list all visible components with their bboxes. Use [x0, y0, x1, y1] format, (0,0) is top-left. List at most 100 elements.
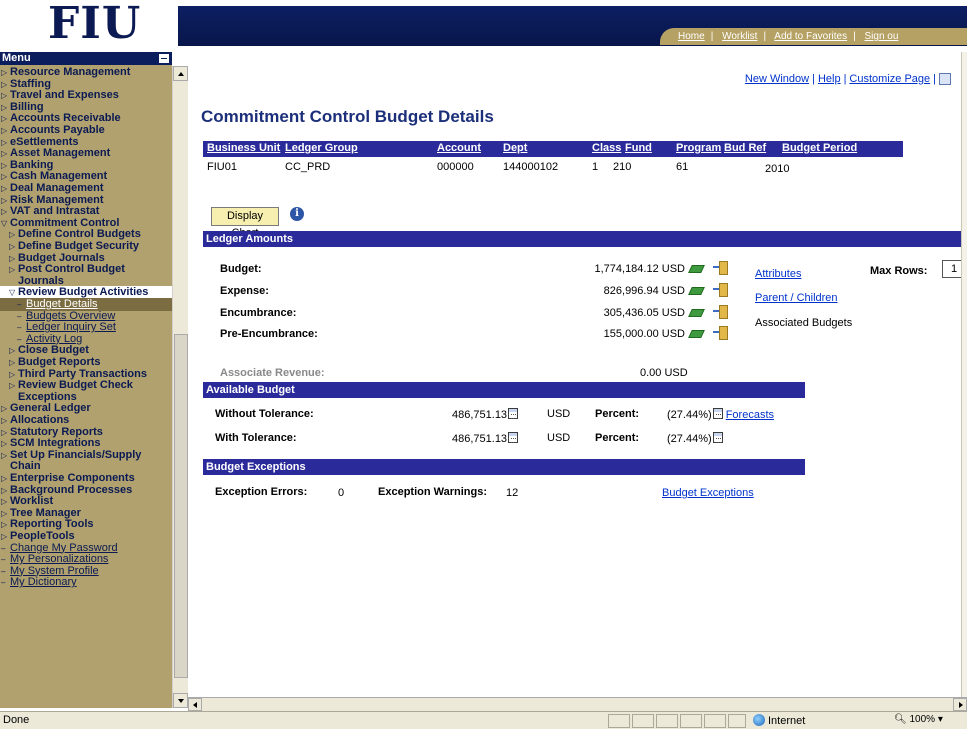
calculator-icon[interactable]	[508, 432, 519, 443]
percent-label: Percent:	[595, 432, 640, 444]
sidebar-item-label: Define Control Budgets	[18, 228, 141, 241]
header-business-unit[interactable]: Business Unit	[207, 142, 280, 154]
sidebar-item-label: Third Party Transactions	[18, 367, 147, 380]
sidebar-item-chain[interactable]: Chain	[0, 460, 172, 472]
exception-warnings-value: 12	[506, 487, 519, 499]
main-content: New Window | Help | Customize Page | Commitme…	[188, 52, 967, 697]
header-fund[interactable]: Fund	[625, 142, 652, 154]
scroll-down-icon[interactable]	[173, 693, 188, 708]
associate-revenue-label: Associate Revenue:	[220, 367, 325, 379]
sidebar-item-my-dictionary[interactable]: – My Dictionary	[0, 576, 172, 589]
drilldown-icon[interactable]	[713, 283, 728, 297]
drilldown-icon[interactable]	[713, 261, 728, 275]
scroll-right-icon[interactable]	[953, 698, 967, 711]
sidebar-item-label: Budget Details	[26, 298, 98, 310]
sidebar-item-label: Commitment Control	[10, 216, 120, 229]
value-class: 1	[592, 161, 599, 173]
header-bud-ref[interactable]: Bud Ref	[724, 142, 766, 154]
header-program[interactable]: Program	[676, 142, 721, 154]
add-to-favorites-link[interactable]: Add to Favorites	[774, 31, 847, 42]
status-cell	[608, 714, 630, 728]
scroll-left-icon[interactable]	[188, 698, 202, 711]
value-budget-period: 2010	[765, 163, 790, 175]
without-tolerance-percent-row: (27.44%) Forecasts	[667, 408, 774, 421]
worklist-link[interactable]: Worklist	[722, 31, 757, 42]
sidebar-item-label: Billing	[10, 100, 44, 113]
customize-page-link[interactable]: Customize Page	[849, 73, 930, 85]
browser-status-bar: Done Internet 🔍︎ 100% ▾	[0, 711, 967, 729]
zoom-level: 100%	[909, 714, 936, 725]
pre-encumbrance-label: Pre-Encumbrance:	[220, 328, 318, 340]
sidebar-item-label: Deal Management	[10, 182, 104, 194]
value-account: 000000	[437, 161, 474, 173]
with-tolerance-label: With Tolerance:	[215, 432, 297, 444]
info-icon[interactable]: i	[290, 207, 304, 221]
scroll-thumb[interactable]	[174, 334, 188, 678]
attributes-link[interactable]: Attributes	[755, 268, 801, 280]
sidebar-item-exceptions[interactable]: Exceptions	[0, 391, 172, 403]
display-chart-button[interactable]: Display Chart	[211, 207, 279, 239]
sidebar-item-label: Worklist	[10, 495, 54, 508]
header-class[interactable]: Class	[592, 142, 621, 154]
collapse-icon[interactable]	[159, 54, 169, 63]
sidebar-item-label: Cash Management	[10, 170, 108, 183]
horizontal-scrollbar[interactable]	[188, 697, 967, 711]
new-window-link[interactable]: New Window	[745, 73, 809, 85]
sidebar-item-label: Post Control Budget	[18, 263, 125, 276]
associate-revenue-amount: 0.00 USD	[640, 367, 688, 379]
sidebar-item-label: Budget Journals	[18, 251, 105, 264]
status-text: Done	[3, 714, 30, 726]
money-icon[interactable]	[689, 285, 703, 295]
header-account[interactable]: Account	[437, 142, 481, 154]
zoom-control[interactable]: 🔍︎ 100% ▾	[894, 714, 943, 725]
logo-text: FIU	[48, 0, 142, 49]
percent-label: Percent:	[595, 408, 640, 420]
header-ledger-group[interactable]: Ledger Group	[285, 142, 358, 154]
sidebar-item-label: My System Profile	[10, 564, 99, 577]
sidebar-item-label: Enterprise Components	[10, 472, 135, 484]
without-tolerance-amount: 486,751.13	[452, 409, 508, 421]
budget-label: Budget:	[220, 263, 262, 275]
drilldown-icon[interactable]	[713, 326, 728, 340]
sign-out-link[interactable]: Sign ou	[865, 31, 899, 42]
without-tolerance-currency: USD	[547, 408, 571, 420]
sidebar-item-label: Reporting Tools	[10, 518, 94, 531]
key-header-bar: Business Unit Ledger Group Account Dept …	[203, 141, 903, 157]
sidebar-scrollbar[interactable]	[172, 66, 188, 708]
sidebar-item-label: Journals	[18, 274, 64, 287]
home-link[interactable]: Home	[678, 31, 705, 42]
sidebar-item-label: Background Processes	[10, 483, 133, 496]
with-tolerance-amount: 486,751.13	[452, 433, 508, 445]
sidebar-item-label: SCM Integrations	[10, 437, 101, 450]
main-vertical-scrollbar[interactable]	[961, 52, 967, 697]
sidebar-item-label: eSettlements	[10, 135, 79, 148]
pre-encumbrance-amount: 155,000.00 USD	[603, 328, 685, 340]
header-dept[interactable]: Dept	[503, 142, 527, 154]
sidebar-item-label: Accounts Receivable	[10, 112, 121, 125]
drilldown-icon[interactable]	[713, 305, 728, 319]
encumbrance-label: Encumbrance:	[220, 307, 297, 319]
value-dept: 144000102	[503, 161, 559, 173]
forecasts-link[interactable]: Forecasts	[726, 409, 774, 421]
value-fund: 210	[613, 161, 632, 173]
with-tolerance-row: 486,751.13	[452, 432, 519, 445]
menu-header: Menu	[0, 52, 172, 65]
money-icon[interactable]	[689, 307, 703, 317]
help-link[interactable]: Help	[818, 73, 841, 85]
money-icon[interactable]	[689, 328, 703, 338]
http-icon[interactable]	[939, 73, 951, 86]
security-zone: Internet	[749, 714, 864, 728]
sidebar-item-label: Change My Password	[10, 541, 118, 554]
money-icon[interactable]	[689, 263, 703, 273]
scroll-up-icon[interactable]	[173, 66, 188, 81]
parent-children-link[interactable]: Parent / Children	[755, 292, 838, 304]
sidebar-item-label: Review Budget Activities	[18, 286, 149, 299]
calculator-icon[interactable]	[712, 432, 723, 443]
without-tolerance-label: Without Tolerance:	[215, 408, 314, 420]
max-rows-label: Max Rows:	[870, 265, 928, 277]
budget-exceptions-link[interactable]: Budget Exceptions	[662, 487, 754, 499]
calculator-icon[interactable]	[508, 408, 519, 419]
calculator-icon[interactable]	[712, 408, 723, 419]
sidebar-item-journals[interactable]: Journals	[0, 275, 172, 287]
header-budget-period[interactable]: Budget Period	[782, 142, 857, 154]
